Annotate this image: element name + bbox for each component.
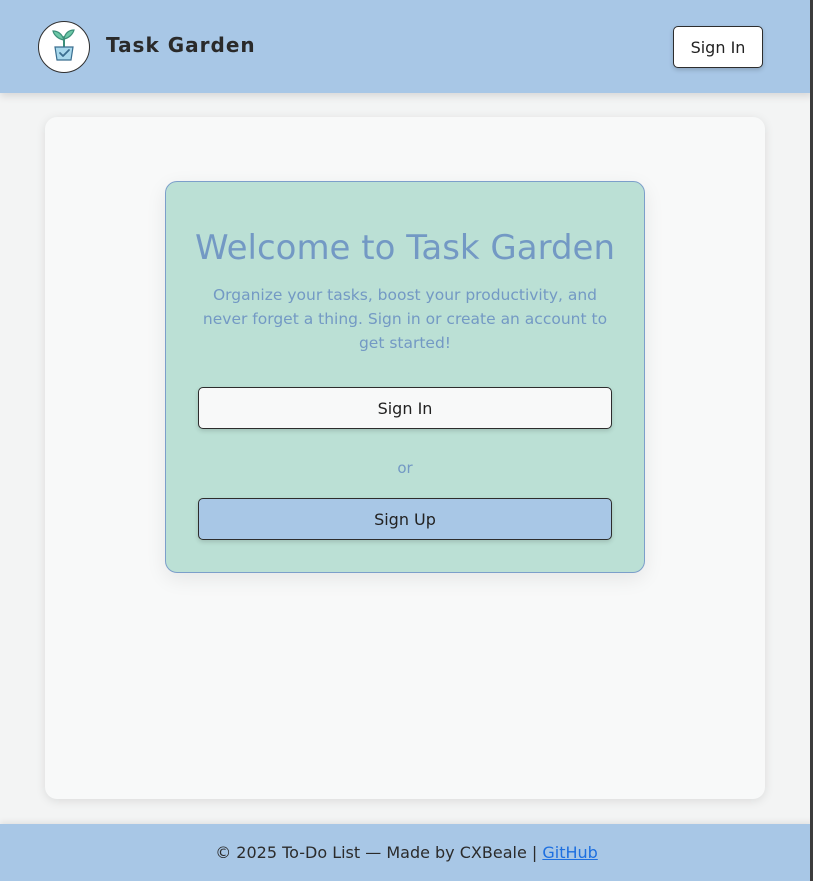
welcome-title: Welcome to Task Garden — [194, 228, 616, 268]
main-panel: Welcome to Task Garden Organize your tas… — [45, 117, 765, 799]
sign-in-button[interactable]: Sign In — [198, 387, 612, 429]
footer: © 2025 To-Do List — Made by CXBeale | Gi… — [0, 824, 813, 881]
github-link[interactable]: GitHub — [542, 843, 597, 862]
top-header: Task Garden Sign In — [0, 0, 813, 93]
sign-up-button[interactable]: Sign Up — [198, 498, 612, 540]
welcome-subtitle: Organize your tasks, boost your producti… — [202, 286, 608, 352]
or-divider-text: or — [397, 459, 413, 477]
welcome-card: Welcome to Task Garden Organize your tas… — [165, 181, 645, 573]
header-sign-in-button[interactable]: Sign In — [673, 26, 763, 68]
brand-name: Task Garden — [106, 33, 256, 57]
footer-text: © 2025 To-Do List — Made by CXBeale | — [215, 843, 538, 862]
potted-plant-icon — [49, 28, 79, 66]
logo — [38, 21, 90, 73]
